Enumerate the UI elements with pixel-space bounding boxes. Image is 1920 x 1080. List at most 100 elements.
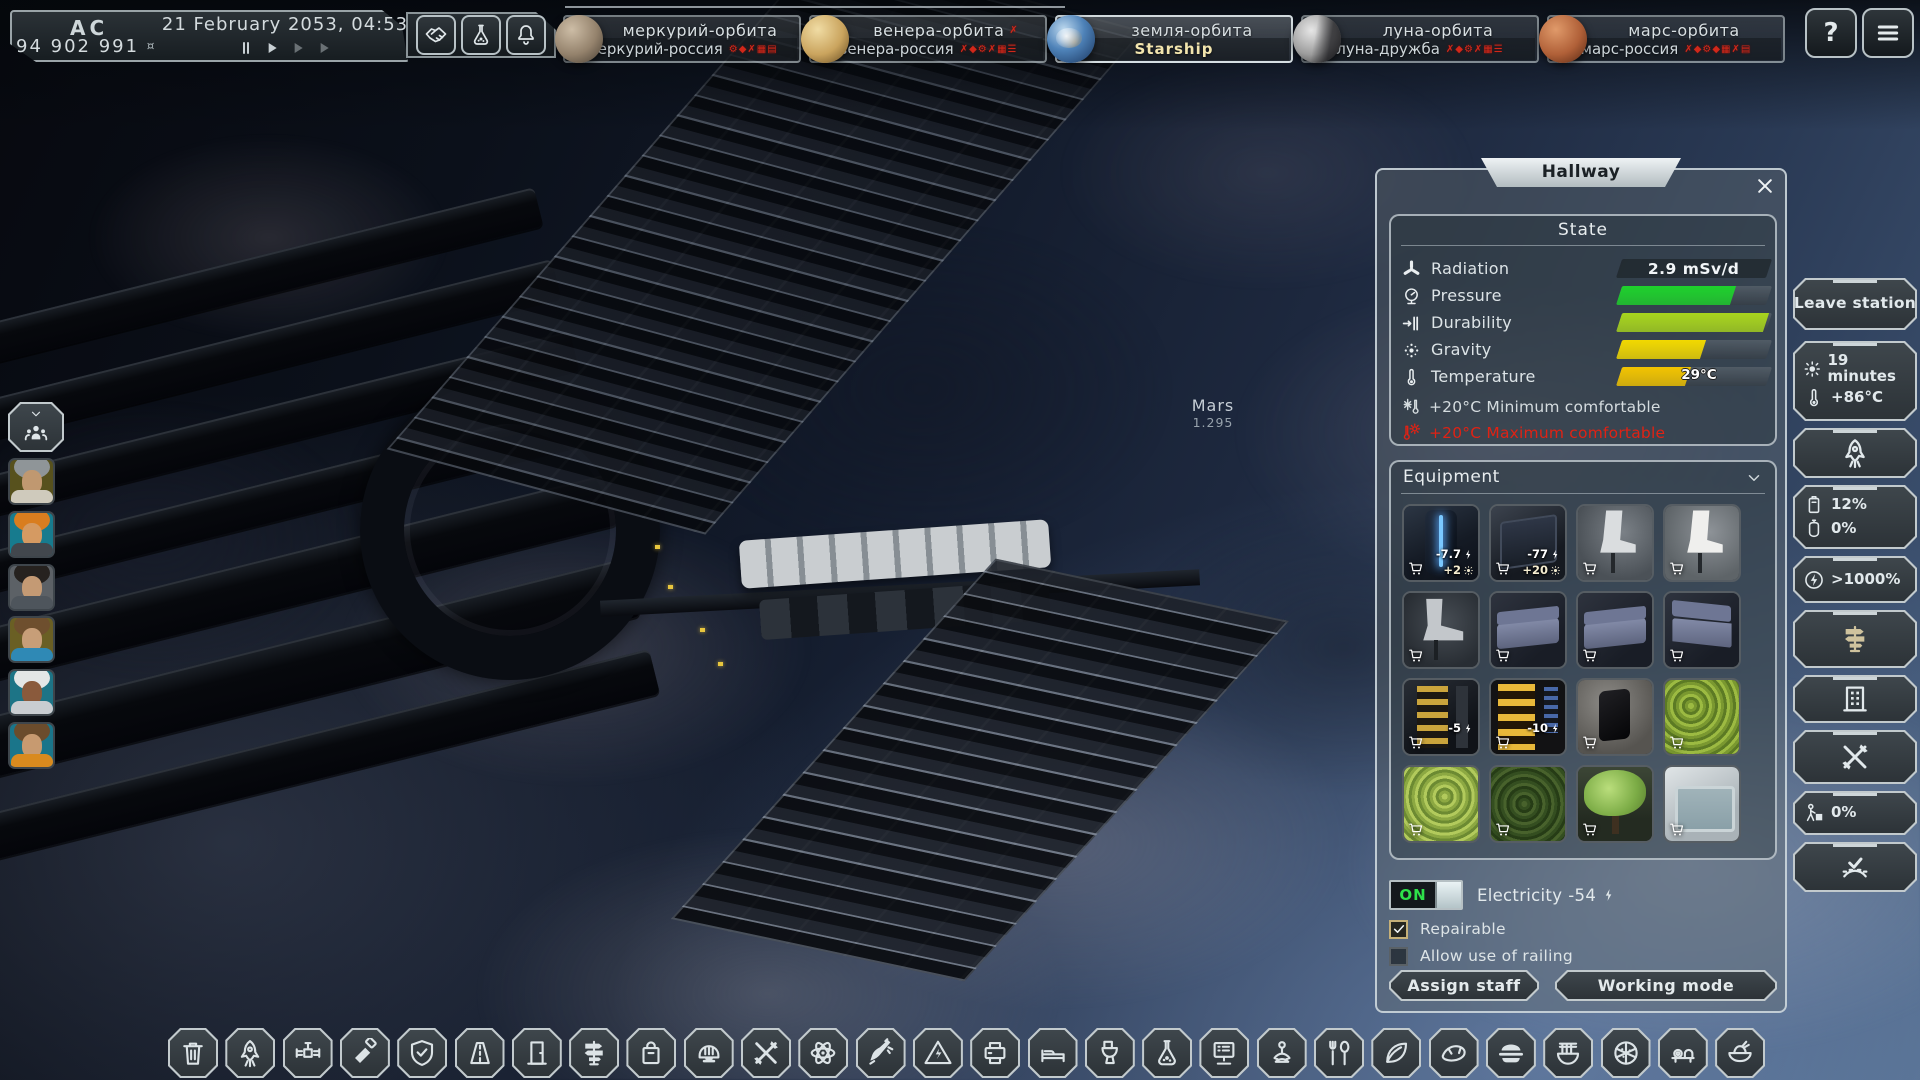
notifications-button[interactable] — [506, 15, 546, 55]
toolbar-laboratory-button[interactable] — [1142, 1028, 1192, 1078]
equipment-item-pilot-chair[interactable] — [1576, 504, 1654, 582]
help-button[interactable]: ? — [1805, 8, 1857, 58]
equipment-item-decorative-tree[interactable] — [1576, 765, 1654, 843]
button-content — [1793, 730, 1917, 784]
toolbar-storage-button[interactable] — [626, 1028, 676, 1078]
pause-button[interactable] — [238, 40, 254, 56]
checkbox-unchecked[interactable] — [1389, 947, 1408, 966]
power-button[interactable]: >1000% — [1793, 556, 1917, 603]
toolbar-electricity-button[interactable] — [913, 1028, 963, 1078]
toolbar-noodles-button[interactable] — [1543, 1028, 1593, 1078]
city-button[interactable] — [1793, 675, 1917, 723]
equipment-item-sofa-bench[interactable] — [1576, 591, 1654, 669]
equipment-item-sofa-module[interactable] — [1489, 591, 1567, 669]
equipment-item-padded-chair[interactable] — [1663, 504, 1741, 582]
working-mode-button[interactable]: Working mode — [1555, 970, 1777, 1001]
toolbar-roads-button[interactable] — [455, 1028, 505, 1078]
toolbar-fabricator-button[interactable] — [970, 1028, 1020, 1078]
toolbar-welding-button[interactable] — [856, 1028, 906, 1078]
toolbar-rockets-button[interactable] — [225, 1028, 275, 1078]
storage-button[interactable]: 12%0% — [1793, 485, 1917, 549]
heat-value: +2 — [1443, 563, 1461, 577]
equipment-item-utility-block[interactable] — [1576, 678, 1654, 756]
toolbar-greenhouse-button[interactable] — [1371, 1028, 1421, 1078]
equipment-item-vending-machine[interactable]: -5 — [1402, 678, 1480, 756]
speed-3-button[interactable] — [316, 40, 332, 56]
construction-button[interactable]: 0% — [1793, 791, 1917, 835]
crew-list-button[interactable] — [8, 402, 64, 452]
toolbar-computers-button[interactable] — [1199, 1028, 1249, 1078]
equipment-item-hedge-light[interactable] — [1402, 765, 1480, 843]
orbit-tab-mars[interactable]: марс-орбитамарс-россия✗◆⚙◆▦✗▤ — [1547, 15, 1785, 63]
noodles-icon — [1543, 1028, 1593, 1078]
orbit-tab-moon[interactable]: луна-орбиталуна-дружба✗◆⚙✗▦☰ — [1301, 15, 1539, 63]
toolbar-doors-button[interactable] — [512, 1028, 562, 1078]
toolbar-station-modules-button[interactable] — [283, 1028, 333, 1078]
toolbar-salads-button[interactable] — [1715, 1028, 1765, 1078]
leave-station-button[interactable]: Leave station — [1793, 278, 1917, 330]
landing-button[interactable] — [1793, 842, 1917, 892]
equipment-item-ionizer[interactable]: -7.7+2 — [1402, 504, 1480, 582]
checkbox-row-1[interactable]: Repairable — [1389, 918, 1506, 940]
cart-icon — [1495, 734, 1512, 751]
toolbar-workshop-button[interactable] — [741, 1028, 791, 1078]
toolbar-recreation-button[interactable] — [1257, 1028, 1307, 1078]
game-viewport[interactable]: Mars 1.295 AC 94 902 991 ¤ 21 February 2… — [0, 0, 1920, 1080]
assign-staff-button[interactable]: Assign staff — [1389, 970, 1539, 1001]
toolbar-bakery-button[interactable] — [1429, 1028, 1479, 1078]
equipment-item-hedge[interactable] — [1663, 678, 1741, 756]
equipment-header[interactable]: Equipment — [1401, 462, 1765, 494]
equipment-item-fountain[interactable] — [1663, 765, 1741, 843]
repair-button[interactable] — [1793, 730, 1917, 784]
play-button[interactable] — [264, 40, 280, 56]
crew-avatar-3[interactable] — [8, 564, 55, 611]
tools-icon — [741, 1028, 791, 1078]
crew-avatar-1[interactable] — [8, 458, 55, 505]
toolbar-science-button[interactable] — [798, 1028, 848, 1078]
worker-icon — [1803, 802, 1825, 824]
equipment-item-console-chair[interactable] — [1402, 591, 1480, 669]
research-button[interactable] — [461, 15, 501, 55]
equipment-item-hedge-dark[interactable] — [1489, 765, 1567, 843]
info-text: 0% — [1831, 805, 1856, 821]
close-button[interactable] — [1751, 172, 1779, 200]
toggle-on-label: ON — [1391, 882, 1435, 908]
lightning-icon — [1463, 723, 1474, 734]
play-icon — [316, 40, 332, 56]
toolbar-security-button[interactable] — [397, 1028, 447, 1078]
energy-value: -5 — [1448, 721, 1461, 735]
toolbar-signs-button[interactable] — [569, 1028, 619, 1078]
toolbar-sanitation-button[interactable] — [1085, 1028, 1135, 1078]
burger-icon — [1486, 1028, 1536, 1078]
trade-button[interactable] — [416, 15, 456, 55]
orbit-tab-venus[interactable]: венера-орбита✗венера-россия✗◆⚙✗▦☰ — [809, 15, 1047, 63]
orbit-tab-mercury[interactable]: меркурий-орбитамеркурий-россия⚙◆✗▦▤ — [563, 15, 801, 63]
electricity-toggle[interactable]: ON — [1389, 880, 1463, 910]
toolbar-engineering-button[interactable] — [684, 1028, 734, 1078]
crew-avatar-2[interactable] — [8, 511, 55, 558]
rocket-button[interactable] — [1793, 428, 1917, 478]
toolbar-canteen-button[interactable] — [1314, 1028, 1364, 1078]
crew-avatar-4[interactable] — [8, 616, 55, 663]
checkbox-checked[interactable] — [1389, 920, 1408, 939]
toolbar-demolish-button[interactable] — [168, 1028, 218, 1078]
checkbox-row-2[interactable]: Allow use of railing — [1389, 945, 1573, 967]
crew-avatar-5[interactable] — [8, 669, 55, 716]
equipment-item-heat-panel[interactable]: -77+20 — [1489, 504, 1567, 582]
toolbar-sushi-bar-button[interactable] — [1658, 1028, 1708, 1078]
navigation-button[interactable] — [1793, 610, 1917, 668]
orbit-tab-earth[interactable]: земля-орбитаStarship — [1055, 15, 1293, 63]
equipment-item-coffee-machine[interactable]: -10 — [1489, 678, 1567, 756]
toolbar-burgers-button[interactable] — [1486, 1028, 1536, 1078]
crew-avatar-6[interactable] — [8, 722, 55, 769]
earth-planet-icon — [1047, 15, 1095, 63]
world-object-label-mars[interactable]: Mars 1.295 — [1163, 396, 1263, 430]
daylight-button[interactable]: 19 minutes+86°C — [1793, 341, 1917, 421]
toolbar-pizzeria-button[interactable] — [1601, 1028, 1651, 1078]
menu-button[interactable] — [1862, 8, 1914, 58]
equipment-item-sofa-corner[interactable] — [1663, 591, 1741, 669]
speed-2-button[interactable] — [290, 40, 306, 56]
toolbar-bedroom-button[interactable] — [1028, 1028, 1078, 1078]
station-name: Starship — [1135, 40, 1214, 58]
toolbar-lighting-button[interactable] — [340, 1028, 390, 1078]
